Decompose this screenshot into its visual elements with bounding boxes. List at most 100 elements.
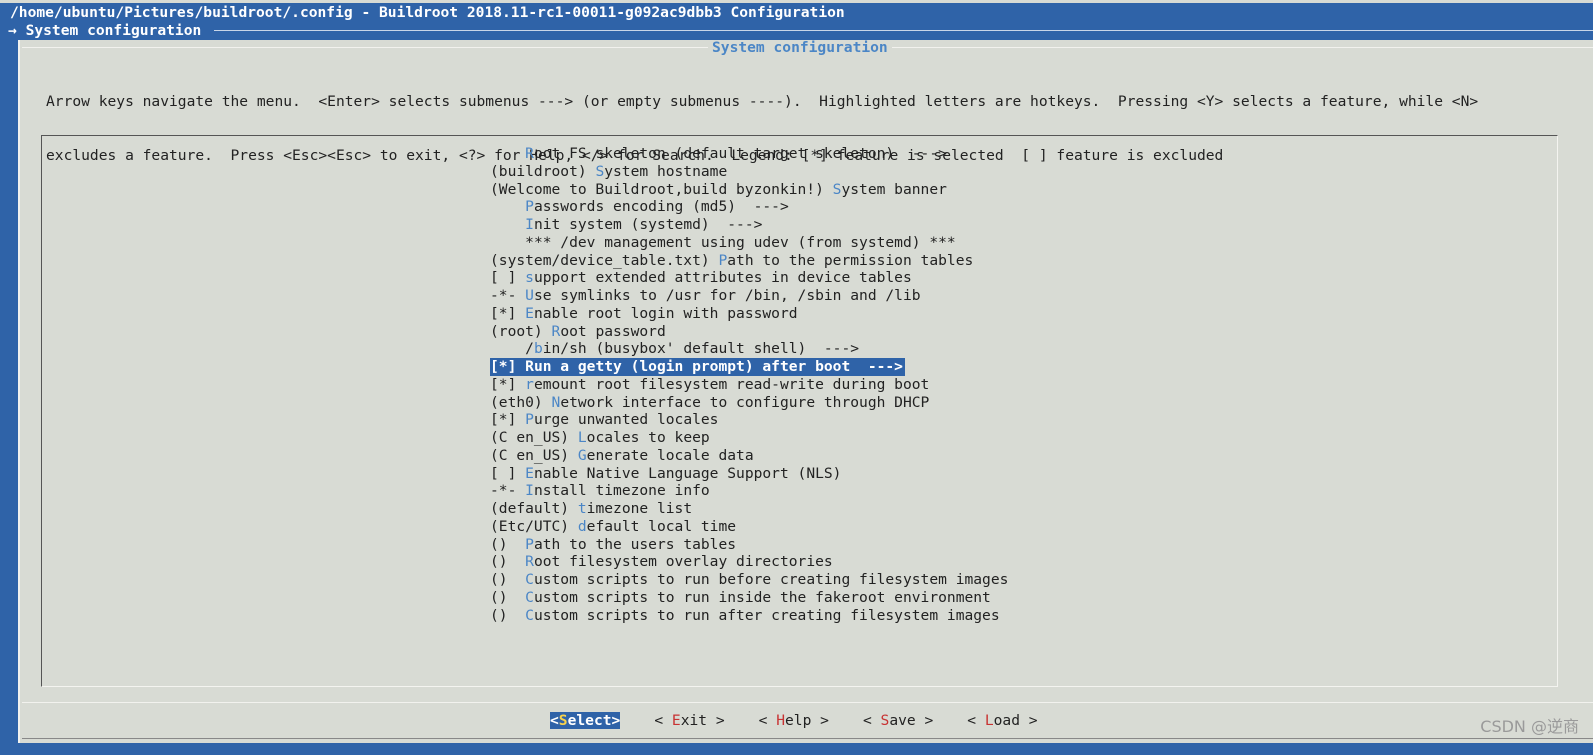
menu-item-label: ath to the users tables: [533, 535, 737, 553]
menu-item[interactable]: (C en_US) Locales to keep: [490, 429, 1008, 447]
exit-button-hotkey: E: [671, 712, 681, 729]
menu-item-label: un a getty (login prompt) after boot ---…: [533, 358, 903, 375]
select-button-label: elect>: [567, 712, 621, 729]
menu-item[interactable]: [*] Run a getty (login prompt) after boo…: [490, 358, 1008, 376]
menu-item[interactable]: [*] Purge unwanted locales: [490, 411, 1008, 429]
menu-item-text: [ ] support extended attributes in devic…: [490, 269, 912, 286]
menu-item[interactable]: (buildroot) System hostname: [490, 163, 1008, 181]
menu-item-hotkey: E: [525, 304, 534, 322]
menu-item[interactable]: (C en_US) Generate locale data: [490, 447, 1008, 465]
menu-item-prefix: (): [490, 606, 526, 624]
menu-item-prefix: [490, 145, 525, 162]
menu-item[interactable]: (default) timezone list: [490, 500, 1008, 518]
help-button-label: elp >: [785, 712, 829, 729]
menu-item-text: *** /dev management using udev (from sys…: [490, 234, 956, 251]
menu-item-prefix: (buildroot): [490, 162, 596, 180]
select-button-hotkey: S: [558, 712, 568, 729]
menu-item[interactable]: () Custom scripts to run inside the fake…: [490, 589, 1008, 607]
menu-item[interactable]: Root FS skeleton (default target skeleto…: [490, 145, 1008, 163]
save-button-label: ave >: [889, 712, 934, 729]
menu-item-prefix: (Etc/UTC): [490, 517, 578, 535]
exit-button-label: xit >: [680, 712, 725, 729]
exit-button[interactable]: < Exit >: [654, 712, 724, 729]
menu-item-prefix: (system/device_table.txt): [490, 251, 719, 269]
menu-item-hotkey: C: [525, 571, 534, 588]
select-button-prefix: <: [550, 712, 559, 729]
button-row: <Select> < Exit > < Help > < Save > < Lo…: [550, 712, 1038, 729]
menu-item-text: (Welcome to Buildroot,build byzonkin!) S…: [490, 181, 947, 198]
menu-item-label: nable root login with password: [533, 304, 798, 322]
menu-item[interactable]: -*- Install timezone info: [490, 482, 1008, 500]
menu-item[interactable]: (system/device_table.txt) Path to the pe…: [490, 252, 1008, 270]
menu-box: Root FS skeleton (default target skeleto…: [41, 135, 1558, 687]
menu-item-text: /bin/sh (busybox' default shell) --->: [490, 340, 859, 357]
menu-item-label: ocales to keep: [586, 429, 710, 446]
menu-item-label: in/sh (busybox' default shell) --->: [542, 340, 860, 358]
menu-item-prefix: (): [490, 535, 526, 553]
menu-item[interactable]: -*- Use symlinks to /usr for /bin, /sbin…: [490, 287, 1008, 305]
select-button[interactable]: <Select>: [550, 712, 621, 729]
help-button[interactable]: < Help >: [759, 712, 829, 729]
menu-item-hotkey: b: [533, 340, 543, 358]
menu-item-text: [ ] Enable Native Language Support (NLS): [490, 465, 841, 482]
menu-item[interactable]: () Path to the users tables: [490, 536, 1008, 554]
menu-item-hotkey: P: [525, 535, 534, 553]
menu-item-label: oot filesystem overlay directories: [533, 553, 833, 571]
menu-item-prefix: (root): [490, 322, 552, 340]
menu-item-text: (buildroot) System hostname: [490, 163, 727, 180]
menu-item-text: () Root filesystem overlay directories: [490, 553, 833, 570]
menu-item-text: () Path to the users tables: [490, 536, 736, 553]
menu-item[interactable]: [*] Enable root login with password: [490, 305, 1008, 323]
menu-item-text: () Custom scripts to run inside the fake…: [490, 589, 991, 606]
menu-item-hotkey: L: [577, 429, 587, 446]
menu-item-text: [*] Purge unwanted locales: [490, 411, 718, 428]
menu-item[interactable]: [*] remount root filesystem read-write d…: [490, 376, 1008, 394]
terminal-window: /home/ubuntu/Pictures/buildroot/.config …: [0, 0, 1593, 755]
menu-item-prefix: [490, 198, 525, 215]
menu-item[interactable]: (Etc/UTC) default local time: [490, 518, 1008, 536]
menu-item-label: imezone list: [586, 500, 693, 517]
menu-item-hotkey: P: [525, 198, 534, 216]
menu-item-label: ustom scripts to run before creating fil…: [533, 571, 1009, 588]
menu-item-prefix: /: [490, 340, 534, 358]
menu-item[interactable]: /bin/sh (busybox' default shell) --->: [490, 340, 1008, 358]
menu-item-hotkey: d: [577, 517, 587, 535]
menu-item-hotkey: s: [525, 269, 534, 287]
load-button[interactable]: < Load >: [967, 712, 1037, 729]
menu-item[interactable]: () Custom scripts to run before creating…: [490, 571, 1008, 589]
menu-item[interactable]: (root) Root password: [490, 323, 1008, 341]
menu-item-text: (eth0) Network interface to configure th…: [490, 394, 929, 411]
menu-item[interactable]: [ ] Enable Native Language Support (NLS): [490, 465, 1008, 483]
menu-item-hotkey: r: [525, 375, 534, 393]
menu-item-hotkey: I: [525, 216, 534, 233]
menu-item-prefix: (Welcome to Buildroot,build byzonkin!): [490, 180, 833, 198]
menu-item[interactable]: () Custom scripts to run after creating …: [490, 607, 1008, 625]
menu-item[interactable]: (Welcome to Buildroot,build byzonkin!) S…: [490, 181, 1008, 199]
menu-item-label: nit system (systemd) --->: [533, 216, 763, 233]
menu-item-prefix: (C en_US): [490, 446, 578, 464]
menu-item[interactable]: (eth0) Network interface to configure th…: [490, 394, 1008, 412]
menu-item-label: se symlinks to /usr for /bin, /sbin and …: [533, 287, 921, 304]
menu-item-text: (system/device_table.txt) Path to the pe…: [490, 252, 973, 269]
menu-item[interactable]: *** /dev management using udev (from sys…: [490, 234, 1008, 252]
help-button-hotkey: H: [776, 712, 785, 729]
menu-item-hotkey: t: [577, 500, 587, 517]
menu-item-prefix: (eth0): [490, 393, 552, 411]
menu-item-text: (Etc/UTC) default local time: [490, 518, 736, 535]
menu-item[interactable]: () Root filesystem overlay directories: [490, 553, 1008, 571]
menu-item[interactable]: [ ] support extended attributes in devic…: [490, 269, 1008, 287]
exit-button-prefix: <: [654, 712, 672, 729]
save-button-prefix: <: [862, 712, 881, 729]
menu-item-label: ystem banner: [841, 180, 947, 198]
menu-item-hotkey: G: [577, 446, 587, 464]
menu-item-label: ustom scripts to run inside the fakeroot…: [533, 588, 991, 606]
load-button-prefix: <: [967, 712, 985, 729]
menu-item-prefix: (): [490, 571, 526, 588]
menu-item[interactable]: Passwords encoding (md5) --->: [490, 198, 1008, 216]
menu-item-label: efault local time: [586, 517, 737, 535]
menu-item-hotkey: E: [525, 464, 534, 482]
menu-item-hotkey: I: [525, 482, 534, 500]
menu-item[interactable]: Init system (systemd) --->: [490, 216, 1008, 234]
menu-item-label: ath to the permission tables: [727, 251, 974, 269]
save-button[interactable]: < Save >: [863, 712, 933, 729]
